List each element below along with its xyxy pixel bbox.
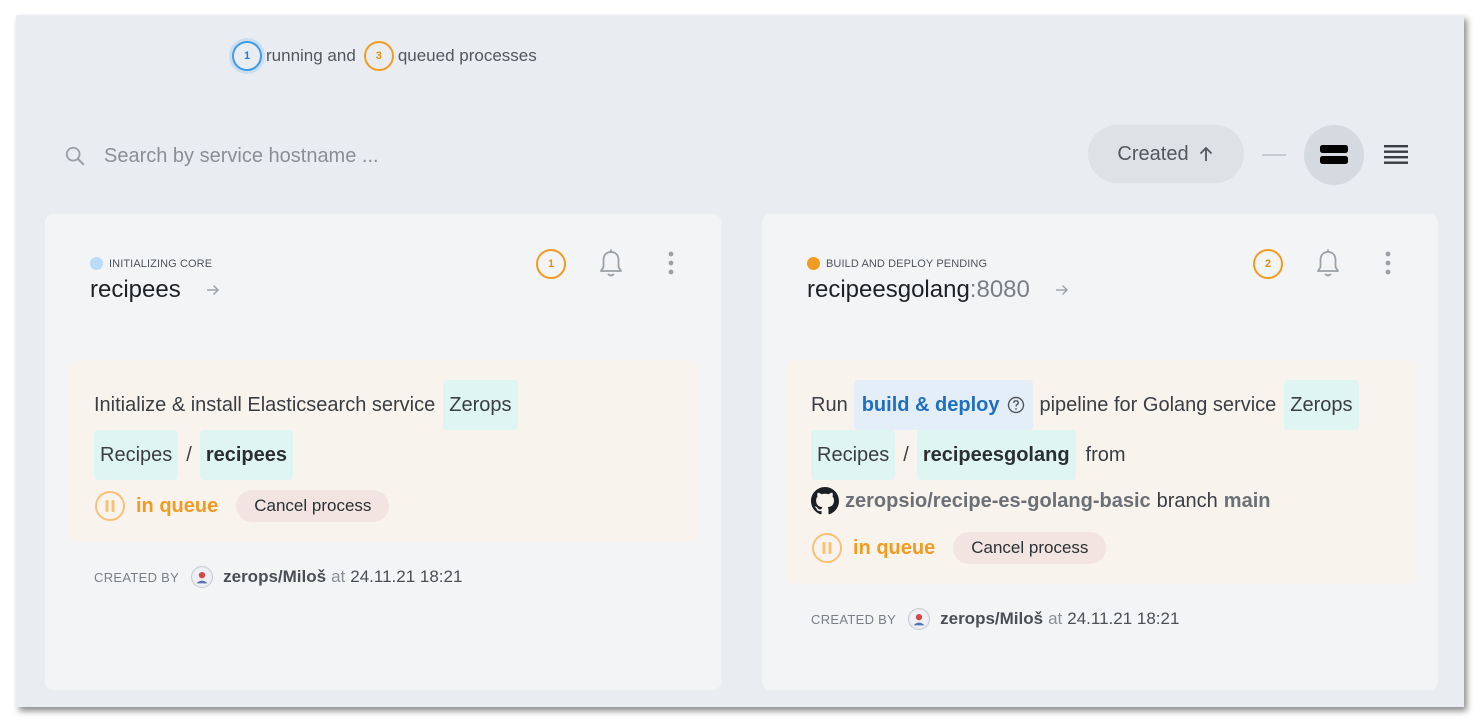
list-view-button[interactable]: [1380, 139, 1412, 171]
status-dot: [90, 257, 103, 270]
project-chip-cont[interactable]: Recipes: [811, 430, 896, 480]
service-hostname[interactable]: recipees: [90, 276, 221, 304]
process-description: Initialize & install Elasticsearch servi…: [94, 380, 672, 430]
project-chip[interactable]: Zerops: [1284, 380, 1359, 430]
branch-word: branch: [1156, 490, 1218, 512]
more-vertical-icon[interactable]: [663, 248, 679, 278]
sort-button[interactable]: Created: [1088, 125, 1244, 183]
service-chip[interactable]: recipees: [199, 430, 293, 480]
service-hostname[interactable]: recipeesgolang:8080: [807, 276, 1070, 304]
hostname-text: recipees: [90, 276, 181, 303]
process-text-from: from: [1085, 444, 1126, 466]
services-panel: 1 running and 3 queued processes Created: [16, 15, 1464, 707]
service-card[interactable]: BUILD AND DEPLOY PENDING recipeesgolang:…: [762, 214, 1438, 690]
service-status: BUILD AND DEPLOY PENDING: [807, 257, 987, 270]
arrow-up-icon: [1199, 146, 1212, 161]
status-label: BUILD AND DEPLOY PENDING: [826, 257, 988, 270]
branch-name: main: [1223, 490, 1271, 512]
created-by-label: CREATED BY: [94, 569, 180, 585]
queue-status: in queue: [853, 536, 936, 559]
process-count-badge[interactable]: 2: [1253, 249, 1283, 279]
created-at-word: at: [331, 567, 346, 586]
status-label: INITIALIZING CORE: [109, 257, 213, 270]
created-by-label: CREATED BY: [811, 611, 897, 627]
process-count-badge[interactable]: 1: [536, 249, 566, 279]
bell-icon[interactable]: [1314, 248, 1342, 278]
repo-line: zeropsio/recipe-es-golang-basic branch m…: [811, 480, 1389, 522]
arrow-right-icon[interactable]: [1054, 283, 1070, 297]
cancel-process-button[interactable]: Cancel process: [953, 532, 1107, 564]
hostname-port: :8080: [969, 276, 1030, 303]
project-chip[interactable]: Zerops: [443, 380, 518, 430]
github-icon: [811, 487, 839, 515]
card-view-icon: [1320, 145, 1348, 164]
avatar: [908, 608, 931, 630]
process-text-run: Run: [811, 394, 848, 416]
created-at-word: at: [1048, 609, 1063, 628]
created-by: CREATED BY zerops/Miloš at 24.11.21 18:2…: [94, 566, 462, 588]
created-user[interactable]: zerops/Miloš: [223, 567, 326, 587]
running-count-badge[interactable]: 1: [232, 41, 262, 71]
toolbar-divider: [1262, 154, 1286, 156]
created-time: 24.11.21 18:21: [1067, 609, 1180, 628]
cancel-process-button[interactable]: Cancel process: [236, 490, 390, 522]
card-view-button[interactable]: [1304, 125, 1364, 185]
status-dot: [807, 257, 820, 270]
search-icon: [65, 146, 85, 166]
queue-row: in queue Cancel process: [811, 530, 1389, 566]
repository-link[interactable]: zeropsio/recipe-es-golang-basic: [845, 480, 1151, 522]
service-card[interactable]: INITIALIZING CORE recipees 1 Initialize …: [45, 214, 721, 690]
path-separator: /: [186, 444, 192, 466]
created-time: 24.11.21 18:21: [350, 567, 463, 586]
list-view-icon: [1384, 145, 1408, 164]
queue-row: in queue Cancel process: [94, 488, 672, 524]
avatar: [191, 566, 214, 588]
process-text: Initialize & install Elasticsearch servi…: [94, 394, 436, 416]
process-box: Run build & deploy pipeline for Golang s…: [785, 360, 1415, 584]
sort-label: Created: [1117, 142, 1189, 165]
service-chip[interactable]: recipeesgolang: [916, 430, 1076, 480]
process-text-pipeline: pipeline for Golang service: [1039, 394, 1277, 416]
created-user[interactable]: zerops/Miloš: [940, 609, 1043, 629]
path-separator: /: [903, 444, 909, 466]
process-box: Initialize & install Elasticsearch servi…: [68, 360, 698, 542]
toolbar: Created: [60, 125, 1420, 185]
project-chip-cont[interactable]: Recipes: [94, 430, 179, 480]
pipeline-link[interactable]: build & deploy: [853, 380, 1034, 430]
process-summary: 1 running and 3 queued processes: [232, 41, 539, 71]
search-input[interactable]: [104, 139, 564, 173]
hostname-text: recipeesgolang: [807, 276, 970, 303]
pause-icon: [95, 491, 125, 521]
process-description-cont: Recipes / recipeesgolang from: [811, 430, 1389, 480]
process-description-cont: Recipes / recipees: [94, 430, 672, 480]
more-vertical-icon[interactable]: [1380, 248, 1396, 278]
created-by: CREATED BY zerops/Miloš at 24.11.21 18:2…: [811, 608, 1179, 630]
running-label: running and: [266, 46, 356, 65]
pipeline-link-label: build & deploy: [861, 394, 1000, 416]
queue-status: in queue: [136, 494, 219, 517]
help-circle-icon[interactable]: [1007, 396, 1025, 414]
bell-icon[interactable]: [597, 248, 625, 278]
pause-icon: [812, 533, 842, 563]
queued-count-badge[interactable]: 3: [363, 41, 394, 71]
queued-label: queued processes: [397, 46, 537, 65]
service-status: INITIALIZING CORE: [90, 257, 212, 270]
arrow-right-icon[interactable]: [205, 283, 221, 297]
process-description: Run build & deploy pipeline for Golang s…: [811, 380, 1389, 430]
